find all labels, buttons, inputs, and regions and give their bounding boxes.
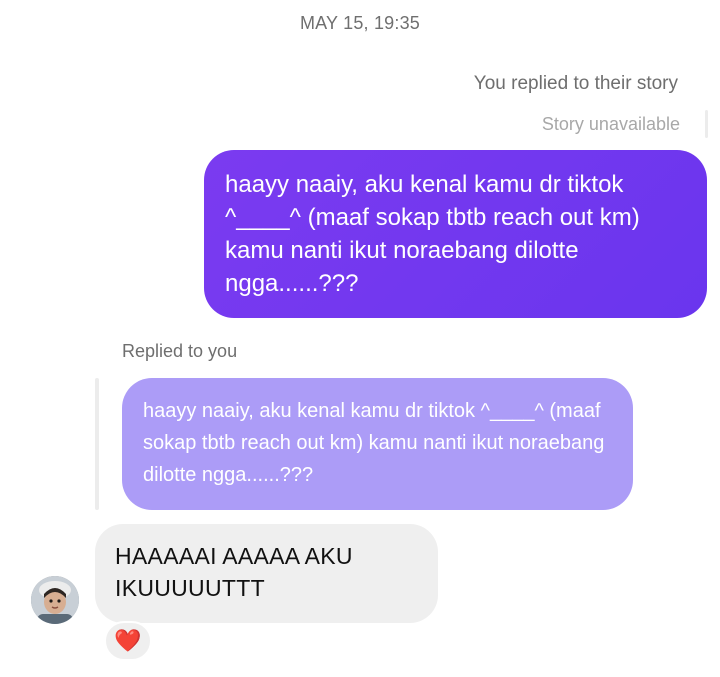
replied-to-you-label: Replied to you <box>122 341 238 361</box>
story-unavailable-label: Story unavailable <box>541 114 680 134</box>
message-reaction[interactable]: ❤️ <box>104 621 152 661</box>
outgoing-message-bubble[interactable]: haayy naaiy, aku kenal kamu dr tiktok ^_… <box>204 150 707 318</box>
quote-indicator-bar <box>95 378 99 510</box>
red-heart-icon: ❤️ <box>114 628 142 653</box>
avatar-image <box>31 576 79 624</box>
story-reply-bar <box>705 110 708 138</box>
message-timestamp: MAY 15, 19:35 <box>299 13 420 33</box>
story-reply-note: You replied to their story <box>473 73 678 94</box>
incoming-message-bubble[interactable]: HAAAAAI AAAAA AKU IKUUUUUTTT <box>95 524 438 623</box>
user-avatar[interactable] <box>31 576 79 624</box>
quoted-message-bubble[interactable]: haayy naaiy, aku kenal kamu dr tiktok ^_… <box>122 378 633 510</box>
